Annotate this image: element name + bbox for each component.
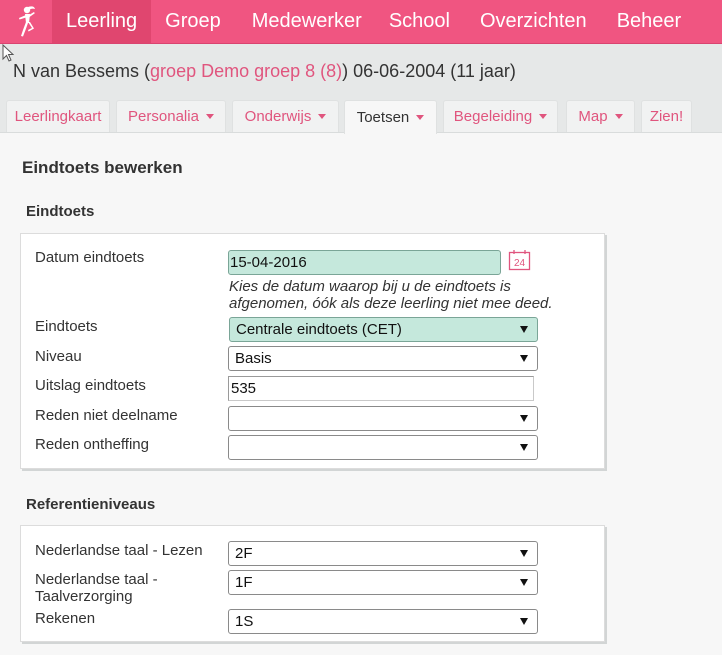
reden-niet-deelname-label: Reden niet deelname: [35, 407, 178, 424]
datum-hint: Kies de datum waarop bij u de eindtoets …: [229, 278, 553, 312]
reden-ontheffing-select[interactable]: [228, 435, 538, 460]
datum-eindtoets-label: Datum eindtoets: [35, 249, 145, 266]
lezen-select[interactable]: 2F: [228, 541, 538, 566]
taalverzorging-select[interactable]: 1F: [228, 570, 538, 595]
calendar-day: 24: [514, 258, 526, 269]
nav-school[interactable]: School: [376, 0, 464, 43]
reden-ontheffing-label: Reden ontheffing: [35, 436, 149, 453]
page-title: Eindtoets bewerken: [22, 158, 183, 177]
niveau-label: Niveau: [35, 348, 82, 365]
tab-label: Zien!: [649, 108, 684, 125]
caret-down-icon: [614, 114, 623, 119]
student-info: N van Bessems (groep Demo groep 8 (8)) 0…: [13, 61, 516, 82]
datum-eindtoets-input[interactable]: 15-04-2016: [228, 250, 501, 275]
uitslag-label: Uitslag eindtoets: [35, 377, 146, 394]
caret-down-icon: [416, 115, 425, 120]
top-navigation: Leerling Groep Medewerker School Overzic…: [0, 0, 722, 44]
uitslag-input-value: 535: [231, 380, 257, 397]
student-tabs: Leerlingkaart Personalia Onderwijs Toets…: [0, 100, 722, 134]
group-link[interactable]: groep Demo groep 8 (8): [150, 61, 342, 81]
lezen-select-value: 2F: [235, 545, 253, 562]
taalverzorging-label-line2: Taalverzorging: [35, 588, 133, 605]
taalverzorging-label: Nederlandse taal - Taalverzorging: [35, 571, 158, 605]
dropdown-arrow-icon: [520, 415, 528, 422]
dropdown-arrow-icon: [520, 326, 528, 333]
rekenen-select[interactable]: 1S: [228, 609, 538, 634]
logo[interactable]: [0, 0, 52, 44]
taalverzorging-select-value: 1F: [235, 574, 253, 591]
nav-leerling[interactable]: Leerling: [52, 0, 152, 43]
eindtoets-select-value: Centrale eindtoets (CET): [236, 321, 402, 338]
rekenen-select-value: 1S: [235, 613, 254, 630]
dropdown-arrow-icon: [520, 618, 528, 625]
dropdown-arrow-icon: [520, 550, 528, 557]
calendar-icon[interactable]: 24: [508, 249, 531, 271]
paren-open: (: [139, 61, 151, 81]
tab-label: Begeleiding: [453, 108, 533, 125]
tab-begeleiding[interactable]: Begeleiding: [443, 100, 558, 132]
tab-label: Personalia: [128, 108, 199, 125]
caret-down-icon: [318, 114, 327, 119]
student-name: N van Bessems: [13, 61, 140, 81]
tab-zien[interactable]: Zien!: [641, 100, 692, 132]
tab-label: Onderwijs: [244, 108, 312, 125]
caret-down-icon: [205, 114, 214, 119]
niveau-select[interactable]: Basis: [228, 346, 538, 371]
tab-label: Map: [578, 108, 608, 125]
tab-onderwijs[interactable]: Onderwijs: [232, 100, 339, 132]
nav-beheer[interactable]: Beheer: [601, 0, 696, 43]
section-title-referentieniveaus: Referentieniveaus: [26, 496, 156, 513]
student-birth-info: 06-06-2004 (11 jaar): [348, 61, 516, 81]
mouse-cursor-icon: [2, 44, 15, 62]
nav-medewerker[interactable]: Medewerker: [235, 0, 376, 43]
nav-groep[interactable]: Groep: [151, 0, 235, 43]
reden-niet-deelname-select[interactable]: [228, 406, 538, 431]
tab-leerlingkaart[interactable]: Leerlingkaart: [6, 100, 110, 132]
lezen-label: Nederlandse taal - Lezen: [35, 542, 203, 559]
eindtoets-select[interactable]: Centrale eindtoets (CET): [229, 317, 538, 342]
dropdown-arrow-icon: [520, 444, 528, 451]
tab-personalia[interactable]: Personalia: [116, 100, 226, 132]
tab-label: Leerlingkaart: [14, 108, 102, 125]
nav-overzichten[interactable]: Overzichten: [464, 0, 601, 43]
eindtoets-label: Eindtoets: [35, 318, 98, 335]
section-title-eindtoets: Eindtoets: [26, 203, 95, 220]
tab-label: Toetsen: [356, 109, 410, 126]
caret-down-icon: [539, 114, 548, 119]
niveau-select-value: Basis: [235, 350, 272, 367]
tab-map[interactable]: Map: [566, 100, 635, 132]
datum-eindtoets-value: 15-04-2016: [230, 254, 307, 271]
dropdown-arrow-icon: [520, 355, 528, 362]
tab-toetsen[interactable]: Toetsen: [344, 100, 437, 134]
rekenen-label: Rekenen: [35, 610, 96, 627]
student-header: N van Bessems (groep Demo groep 8 (8)) 0…: [0, 44, 722, 100]
uitslag-input[interactable]: 535: [228, 376, 534, 401]
dropdown-arrow-icon: [520, 579, 528, 586]
taalverzorging-label-line1: Nederlandse taal -: [35, 571, 158, 588]
dancing-figure-icon: [19, 6, 35, 37]
